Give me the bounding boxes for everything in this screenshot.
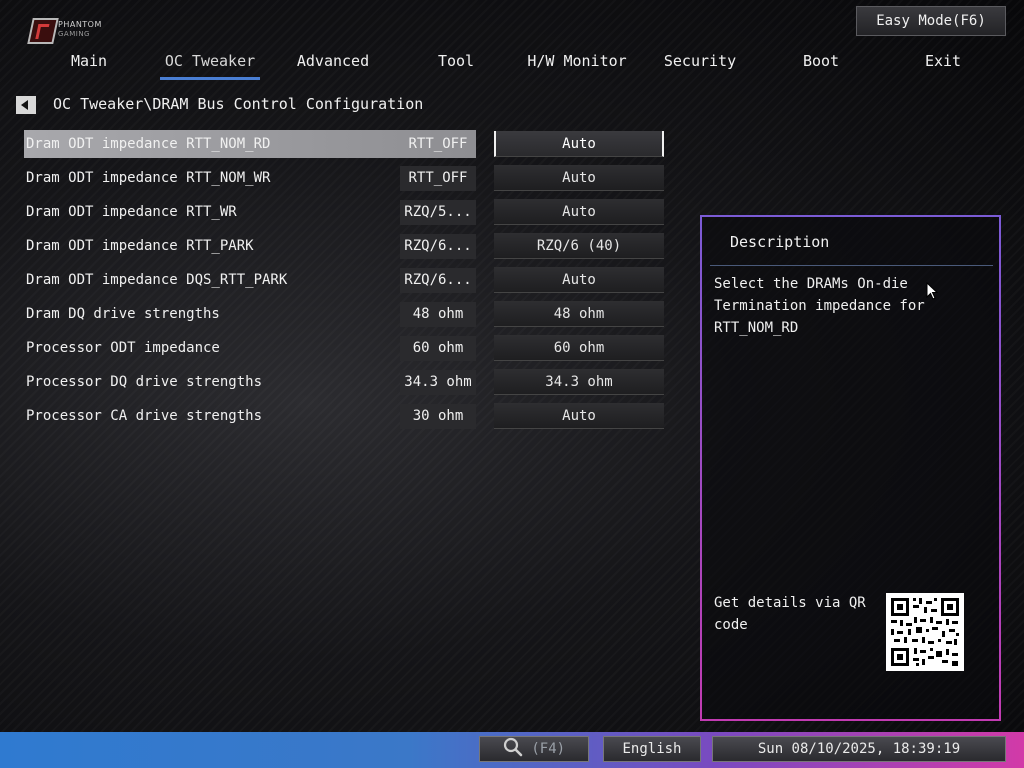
description-divider (710, 265, 993, 266)
setting-label: Processor ODT impedance (26, 340, 220, 356)
setting-row-rtt-nom-wr[interactable]: Dram ODT impedance RTT_NOM_WR RTT_OFF (24, 164, 476, 192)
setting-dropdown-dram-dq-drive[interactable]: 48 ohm (494, 301, 664, 327)
easy-mode-button[interactable]: Easy Mode(F6) (856, 6, 1006, 36)
setting-label: Dram DQ drive strengths (26, 306, 220, 322)
setting-dropdown-processor-odt[interactable]: 60 ohm (494, 335, 664, 361)
mouse-cursor-icon (926, 281, 939, 300)
description-panel: Description Select the DRAMs On-die Term… (700, 215, 1001, 721)
setting-row-rtt-wr[interactable]: Dram ODT impedance RTT_WR RZQ/5... (24, 198, 476, 226)
tab-exit[interactable]: Exit (888, 50, 998, 80)
setting-dropdown-rtt-wr[interactable]: Auto (494, 199, 664, 225)
setting-row-processor-dq-drive[interactable]: Processor DQ drive strengths 34.3 ohm (24, 368, 476, 396)
tab-tool[interactable]: Tool (401, 50, 511, 80)
setting-current-value: RTT_OFF (408, 136, 468, 152)
setting-current-value: 60 ohm (400, 336, 476, 361)
setting-label: Dram ODT impedance RTT_NOM_RD (26, 136, 271, 152)
tab-security[interactable]: Security (645, 50, 755, 80)
setting-row-rtt-park[interactable]: Dram ODT impedance RTT_PARK RZQ/6... (24, 232, 476, 260)
tab-oc-tweaker[interactable]: OC Tweaker (155, 50, 265, 80)
qr-label: Get details via QR code (714, 595, 866, 633)
back-arrow-icon[interactable] (16, 96, 36, 114)
setting-row-dram-dq-drive[interactable]: Dram DQ drive strengths 48 ohm (24, 300, 476, 328)
language-button[interactable]: English (603, 736, 701, 762)
search-shortcut-label: (F4) (531, 741, 566, 757)
setting-label: Dram ODT impedance RTT_NOM_WR (26, 170, 271, 186)
setting-current-value: RZQ/6... (400, 268, 476, 293)
tab-boot[interactable]: Boot (766, 50, 876, 80)
footer-bar: (F4) English Sun 08/10/2025, 18:39:19 (0, 732, 1024, 768)
tab-advanced[interactable]: Advanced (278, 50, 388, 80)
setting-current-value: RZQ/5... (400, 200, 476, 225)
brand-line-2: GAMING (58, 30, 90, 38)
setting-label: Dram ODT impedance RTT_PARK (26, 238, 254, 254)
setting-dropdown-rtt-nom-rd[interactable]: Auto (494, 131, 664, 157)
tab-hw-monitor[interactable]: H/W Monitor (522, 50, 632, 80)
setting-dropdown-processor-ca-drive[interactable]: Auto (494, 403, 664, 429)
description-title: Description (730, 233, 830, 251)
breadcrumb: OC Tweaker\DRAM Bus Control Configuratio… (53, 95, 424, 113)
phantom-gaming-logo-icon (27, 18, 59, 44)
setting-current-value: 34.3 ohm (400, 370, 476, 395)
setting-row-processor-odt[interactable]: Processor ODT impedance 60 ohm (24, 334, 476, 362)
setting-label: Dram ODT impedance RTT_WR (26, 204, 237, 220)
brand-logo: PHANTOM GAMING (27, 16, 110, 44)
setting-dropdown-processor-dq-drive[interactable]: 34.3 ohm (494, 369, 664, 395)
tab-main[interactable]: Main (34, 50, 144, 80)
setting-current-value: 30 ohm (400, 404, 476, 429)
setting-current-value: 48 ohm (400, 302, 476, 327)
setting-label: Processor CA drive strengths (26, 408, 263, 424)
setting-label: Dram ODT impedance DQS_RTT_PARK (26, 272, 288, 288)
search-button[interactable]: (F4) (479, 736, 589, 762)
main-nav: Main OC Tweaker Advanced Tool H/W Monito… (0, 50, 1024, 80)
setting-dropdown-rtt-park[interactable]: RZQ/6 (40) (494, 233, 664, 259)
datetime-display[interactable]: Sun 08/10/2025, 18:39:19 (712, 736, 1006, 762)
description-text: Select the DRAMs On-die Termination impe… (714, 276, 925, 336)
setting-dropdown-dqs-rtt-park[interactable]: Auto (494, 267, 664, 293)
setting-current-value: RZQ/6... (400, 234, 476, 259)
brand-line-1: PHANTOM (58, 20, 102, 29)
search-icon (503, 737, 523, 757)
setting-row-processor-ca-drive[interactable]: Processor CA drive strengths 30 ohm (24, 402, 476, 430)
setting-label: Processor DQ drive strengths (26, 374, 263, 390)
setting-row-dqs-rtt-park[interactable]: Dram ODT impedance DQS_RTT_PARK RZQ/6... (24, 266, 476, 294)
setting-dropdown-rtt-nom-wr[interactable]: Auto (494, 165, 664, 191)
setting-row-rtt-nom-rd[interactable]: Dram ODT impedance RTT_NOM_RD RTT_OFF (24, 130, 476, 158)
setting-current-value: RTT_OFF (400, 166, 476, 191)
qr-code-icon (886, 593, 964, 671)
